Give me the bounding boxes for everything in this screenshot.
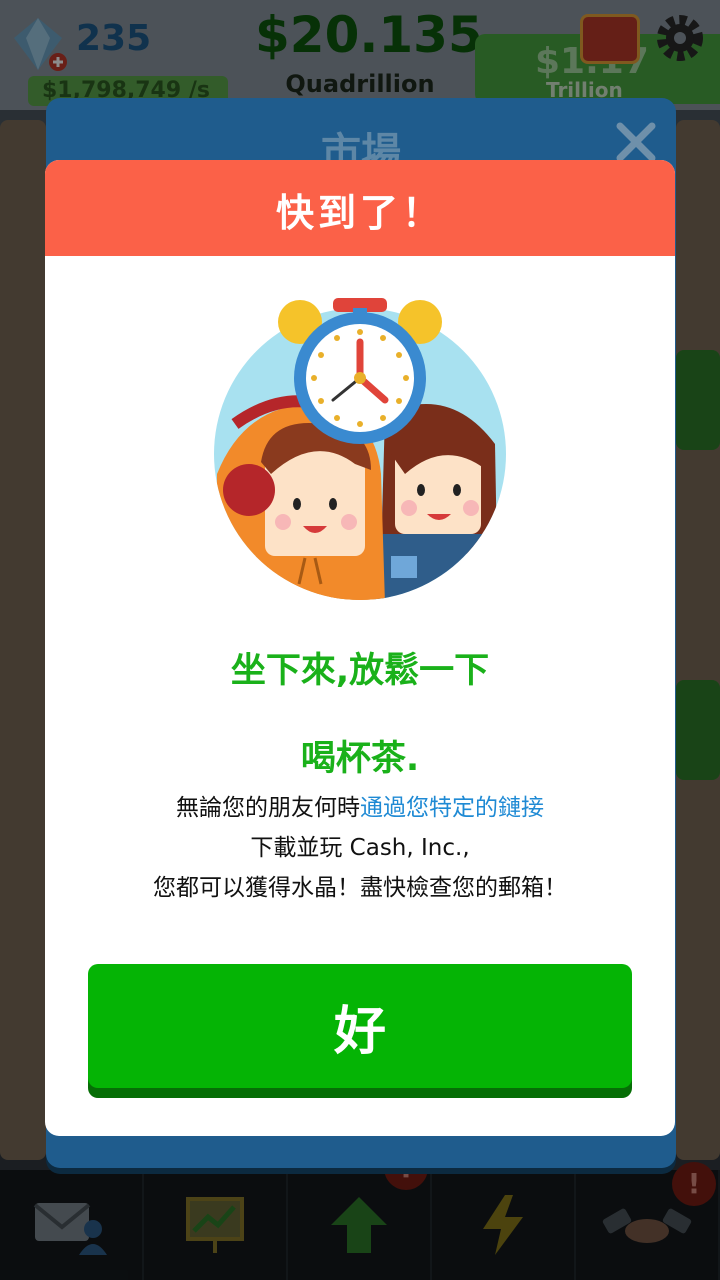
dialog-headline: 坐下來,放鬆一下 (230, 651, 490, 691)
ok-button[interactable]: 好 (88, 964, 632, 1088)
alert-dialog: 快到了！ 坐下來,放鬆一下 喝杯茶. 無論您的朋友何時通過您特定的鏈接 下載並玩… (45, 160, 675, 1136)
body-line-1-text: 無論您的朋友何時 (176, 795, 360, 821)
waiting-friends-illustration (214, 298, 506, 600)
body-line-3: 您都可以獲得水晶！盡快檢查您的郵箱！ (153, 875, 567, 901)
game-screen: 235 $1,798,749 /s $20.135 Quadrillion $1… (0, 0, 720, 1280)
dialog-body: 無論您的朋友何時通過您特定的鏈接 下載並玩 Cash, Inc., 您都可以獲得… (65, 788, 655, 908)
dialog-title: 快到了！ (275, 191, 444, 235)
dialog-subhead: 喝杯茶. (300, 739, 420, 779)
dialog-header: 快到了！ (45, 160, 675, 256)
specific-link[interactable]: 通過您特定的鏈接 (360, 795, 544, 821)
body-line-2: 下載並玩 Cash, Inc., (250, 835, 470, 861)
ok-button-label: 好 (333, 1001, 386, 1062)
body-line-1: 無論您的朋友何時通過您特定的鏈接 (65, 788, 655, 828)
close-icon[interactable] (614, 120, 658, 164)
